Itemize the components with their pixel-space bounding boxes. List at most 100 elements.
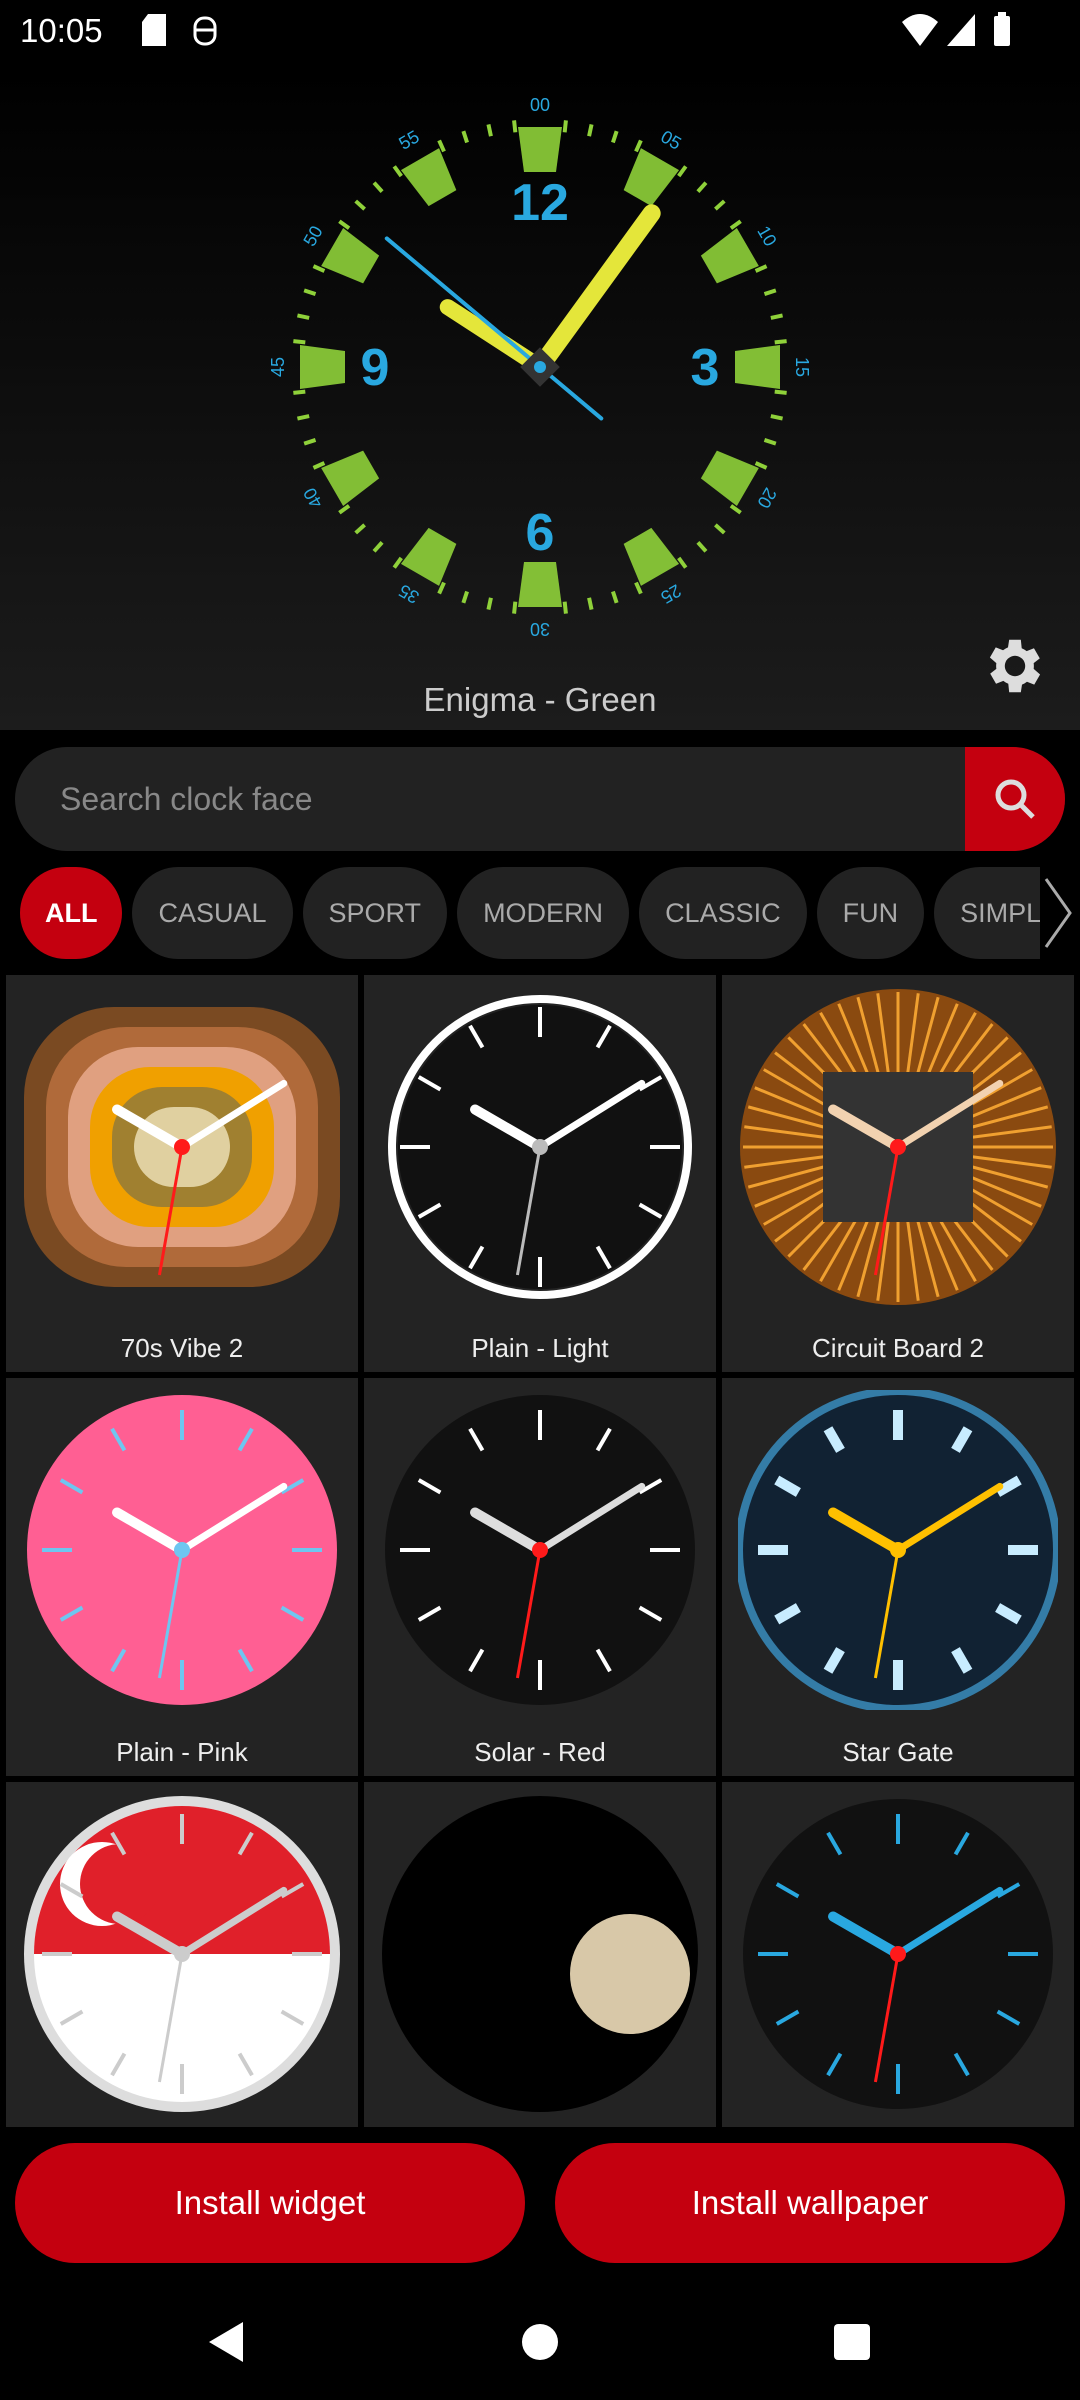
- hub: [174, 1139, 190, 1155]
- minute-tick: [303, 288, 317, 296]
- category-chip-casual[interactable]: CASUAL: [132, 867, 293, 959]
- minute-tick: [763, 288, 777, 296]
- hour-marker-shape: [623, 148, 680, 207]
- minute-tick: [372, 181, 384, 193]
- clock-face-thumbnail: [24, 1007, 340, 1287]
- hour-marker: [518, 127, 562, 172]
- category-chip-modern[interactable]: MODERN: [457, 867, 630, 959]
- install-wallpaper-button[interactable]: Install wallpaper: [555, 2143, 1065, 2263]
- minute-hand: [531, 204, 661, 376]
- minute-tick: [392, 556, 403, 569]
- hub: [890, 1139, 906, 1155]
- clock-face-tile[interactable]: Circuit Board 2: [722, 975, 1074, 1372]
- minute-label: 45: [268, 357, 288, 377]
- status-time: 10:05: [20, 12, 103, 49]
- recents-icon[interactable]: [833, 2323, 871, 2361]
- clock-face-tile[interactable]: Star Gate: [722, 1378, 1074, 1776]
- clock-face-name: Star Gate: [842, 1737, 954, 1767]
- second-hand: [384, 236, 542, 369]
- search-button[interactable]: [965, 747, 1065, 851]
- clock-face-thumbnail: [385, 1395, 695, 1705]
- scroll-right-chevron-icon[interactable]: [1040, 875, 1076, 951]
- minute-tick: [634, 581, 643, 595]
- hour-marker-shape: [400, 527, 457, 586]
- search-input[interactable]: [15, 747, 965, 851]
- minute-tick: [303, 438, 317, 446]
- minute-tick: [774, 339, 787, 345]
- clock-face-thumbnail: [738, 1390, 1058, 1710]
- clock-face-name: Plain - Pink: [116, 1737, 248, 1767]
- category-chip-classic[interactable]: CLASSIC: [639, 867, 807, 959]
- back-icon[interactable]: [205, 2320, 245, 2364]
- minute-tick: [611, 590, 619, 604]
- settings-gear-icon[interactable]: [980, 631, 1050, 701]
- minute-tick: [293, 389, 306, 395]
- hour-marker: [700, 450, 759, 507]
- date-wheel: [570, 1914, 690, 2034]
- sd-card-icon: [142, 14, 166, 46]
- minute-tick: [354, 199, 366, 211]
- minute-tick: [312, 264, 326, 273]
- hour-marker-shape: [700, 227, 759, 284]
- minute-tick: [437, 581, 446, 595]
- category-chip-all[interactable]: ALL: [20, 867, 123, 959]
- hour-numeral: 12: [511, 174, 569, 232]
- minute-tick: [634, 139, 643, 153]
- minute-label: 00: [530, 95, 550, 115]
- minute-tick: [729, 219, 742, 230]
- clock-face-thumbnail: [740, 989, 1056, 1305]
- hour-numeral: 9: [361, 339, 390, 397]
- clock-face-name: Circuit Board 2: [812, 1333, 984, 1363]
- minute-tick: [486, 124, 493, 137]
- minute-tick: [312, 461, 326, 470]
- minute-tick: [461, 590, 469, 604]
- hub: [174, 1542, 190, 1558]
- home-icon[interactable]: [520, 2322, 560, 2362]
- minute-tick: [562, 601, 568, 614]
- category-chip-sport[interactable]: SPORT: [302, 867, 448, 959]
- hour-numeral: 6: [526, 504, 555, 562]
- preview-clock-face: 00 05 10 15 20 25 30 35 40 45 50 55 12 3 6 9: [268, 95, 812, 639]
- hub: [890, 1946, 906, 1962]
- minute-tick: [587, 124, 594, 137]
- clock-face-tile[interactable]: Plain - Light: [364, 975, 716, 1372]
- android-debug-icon: [193, 16, 217, 46]
- hour-hand: [439, 299, 548, 375]
- minute-tick: [677, 165, 688, 178]
- minute-tick: [696, 541, 708, 553]
- category-chip-fun[interactable]: FUN: [816, 867, 925, 959]
- preview-title: Enigma - Green: [423, 681, 657, 718]
- hour-marker-shape: [518, 127, 562, 172]
- minute-tick: [587, 597, 594, 610]
- minute-tick: [338, 504, 351, 515]
- clock-face-tile[interactable]: [6, 1782, 358, 2127]
- hour-marker: [623, 527, 680, 586]
- clock-face-tile[interactable]: 70s Vibe 2: [6, 975, 358, 1372]
- minute-tick: [297, 414, 310, 421]
- clock-face-tile[interactable]: [364, 1782, 716, 2127]
- minute-tick: [512, 601, 518, 614]
- minute-tick: [754, 461, 768, 470]
- minute-label: 25: [657, 580, 684, 607]
- minute-tick: [392, 165, 403, 178]
- minute-tick: [714, 523, 726, 535]
- battery-icon: [994, 12, 1010, 46]
- minute-tick: [770, 313, 783, 320]
- minute-tick: [437, 139, 446, 153]
- minute-tick: [338, 219, 351, 230]
- category-chips: ALLCASUALSPORTMODERNCLASSICFUNSIMPLE: [20, 867, 1040, 959]
- category-chip-simple[interactable]: SIMPLE: [934, 867, 1040, 959]
- clock-face-name: 70s Vibe 2: [120, 1333, 244, 1363]
- minute-tick: [754, 264, 768, 273]
- hour-marker: [400, 527, 457, 586]
- hour-marker-shape: [735, 345, 780, 389]
- minute-label: 30: [530, 619, 550, 639]
- hour-marker-shape: [700, 450, 759, 507]
- hub: [532, 1542, 548, 1558]
- install-widget-button[interactable]: Install widget: [15, 2143, 525, 2263]
- minute-label: 15: [792, 357, 812, 377]
- clock-face-tile[interactable]: [722, 1782, 1074, 2127]
- clock-face-tile[interactable]: Plain - Pink: [6, 1378, 358, 1776]
- hour-marker: [518, 562, 562, 607]
- clock-face-tile[interactable]: Solar - Red: [364, 1378, 716, 1776]
